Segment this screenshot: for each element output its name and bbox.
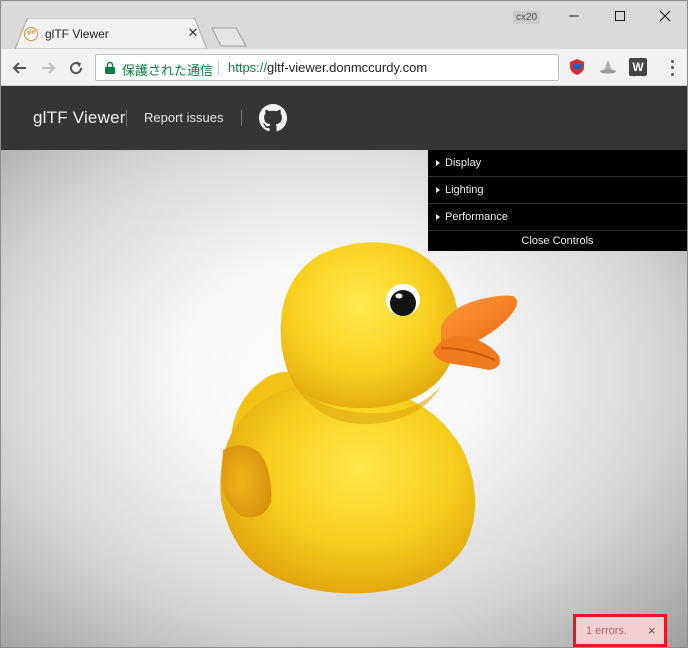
url-text[interactable]: https://gltf-viewer.donmccurdy.com <box>228 60 427 75</box>
duck-head <box>280 242 459 409</box>
duck-eye-pupil <box>390 290 416 316</box>
caret-right-icon <box>436 187 440 193</box>
browser-menu-button[interactable] <box>665 58 679 78</box>
extension-shield-button[interactable] <box>567 57 587 77</box>
folder-label: Lighting <box>445 184 484 196</box>
app-header: glTF Viewer Report issues <box>1 86 687 150</box>
wizard-hat-icon <box>600 60 616 74</box>
back-button[interactable] <box>9 57 31 79</box>
duck-eye-highlight <box>395 293 403 299</box>
extension-w-button[interactable]: W <box>629 58 647 76</box>
secure-connection-label[interactable]: 保護された通信 <box>122 60 213 79</box>
close-window-button[interactable] <box>642 5 687 27</box>
folder-label: Performance <box>445 211 508 223</box>
caret-right-icon <box>436 160 440 166</box>
report-issues-link[interactable]: Report issues <box>144 110 223 125</box>
address-bar[interactable]: 保護された通信 https://gltf-viewer.donmccurdy.c… <box>95 54 646 81</box>
3d-viewport[interactable]: Display Lighting Performance Close Contr… <box>1 150 687 647</box>
close-icon <box>659 10 671 22</box>
browser-toolbar: 保護された通信 https://gltf-viewer.donmccurdy.c… <box>1 49 687 86</box>
arrow-right-icon <box>42 62 56 74</box>
menu-dot-icon <box>670 59 674 63</box>
reload-icon <box>70 61 83 75</box>
menu-dot-icon <box>670 66 674 70</box>
url-scheme: https:// <box>228 60 268 75</box>
maximize-icon <box>615 11 625 21</box>
tab-title: glTF Viewer <box>45 27 109 41</box>
tab-gltf-viewer[interactable]: gltf glTF Viewer ✕ <box>15 18 207 49</box>
caret-right-icon <box>436 214 440 220</box>
error-toast: 1 errors. × <box>573 614 667 647</box>
address-divider <box>218 60 219 75</box>
menu-dot-icon <box>670 73 674 77</box>
header-divider <box>126 110 127 126</box>
controls-folder-display[interactable]: Display <box>428 150 687 177</box>
controls-folder-performance[interactable]: Performance <box>428 204 687 231</box>
github-icon[interactable] <box>259 104 287 132</box>
controls-panel: Display Lighting Performance Close Contr… <box>428 150 687 251</box>
tab-shape <box>15 18 207 49</box>
app-title[interactable]: glTF Viewer <box>33 108 126 128</box>
minimize-icon <box>569 15 579 17</box>
gltf-favicon-icon: gltf <box>24 27 38 41</box>
profile-badge[interactable]: cx20 <box>513 11 541 24</box>
error-message: 1 errors. <box>586 625 627 637</box>
forward-button[interactable] <box>37 57 59 79</box>
close-controls-button[interactable]: Close Controls <box>428 231 687 251</box>
tab-close-icon[interactable]: ✕ <box>185 25 201 41</box>
url-host: gltf-viewer.donmccurdy.com <box>267 60 428 75</box>
title-bar: gltf glTF Viewer ✕ cx20 <box>1 1 687 49</box>
extension-wizard-button[interactable] <box>598 57 618 77</box>
minimize-button[interactable] <box>551 5 597 27</box>
header-divider <box>241 110 242 126</box>
error-close-icon[interactable]: × <box>648 623 656 638</box>
shield-extension-icon <box>570 59 584 75</box>
reload-button[interactable] <box>65 57 87 79</box>
browser-window: gltf glTF Viewer ✕ cx20 保護された通信 https://… <box>0 0 688 648</box>
arrow-left-icon <box>12 62 26 74</box>
new-tab-button[interactable] <box>211 27 247 47</box>
page-content: glTF Viewer Report issues Display Lighti… <box>1 86 687 647</box>
maximize-button[interactable] <box>597 5 643 27</box>
folder-label: Display <box>445 157 482 169</box>
lock-icon <box>105 61 115 74</box>
controls-folder-lighting[interactable]: Lighting <box>428 177 687 204</box>
